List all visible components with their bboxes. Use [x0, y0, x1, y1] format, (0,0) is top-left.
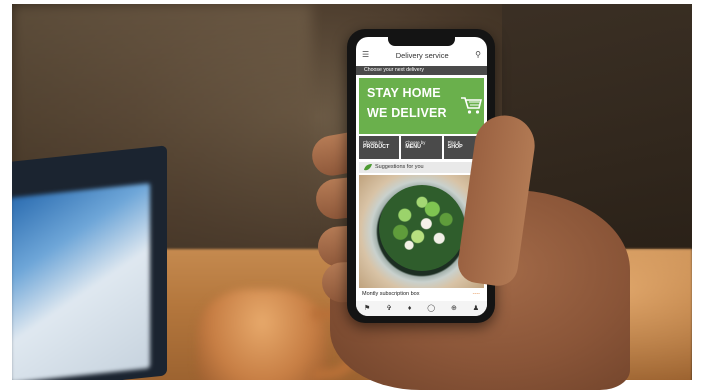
- choose-by-product-button[interactable]: Choose by PRODUCT: [359, 136, 400, 159]
- banner-line-2: WE DELIVER: [367, 106, 447, 120]
- app-title: Delivery service: [395, 50, 449, 60]
- phone-notch: [388, 36, 455, 46]
- suggestions-header: Suggestions for you: [359, 162, 484, 173]
- salad-bowl: [379, 185, 465, 271]
- globe-icon[interactable]: ◯: [427, 305, 435, 312]
- bottom-nav: ⚑ ✞ ♦ ◯ ⊕ ♟: [356, 301, 487, 316]
- user-icon[interactable]: ♟: [473, 305, 479, 312]
- shopping-cart-icon: [461, 97, 482, 114]
- promo-banner[interactable]: STAY HOME WE DELIVER: [359, 78, 484, 134]
- choose-by-menu-button[interactable]: Choose by MENU: [401, 136, 442, 159]
- drop-icon[interactable]: ♦: [408, 305, 412, 312]
- suggestions-label: Suggestions for you: [375, 164, 424, 170]
- choice-label: PRODUCT: [363, 144, 390, 150]
- product-title: Montly subscription box: [362, 291, 420, 297]
- product-caption[interactable]: Montly subscription box ----: [359, 288, 484, 300]
- banner-line-1: STAY HOME: [367, 86, 441, 100]
- product-price: ----: [472, 291, 480, 297]
- choice-buttons: Choose by PRODUCT Choose by MENU Plan & …: [359, 136, 484, 159]
- fork-knife-icon[interactable]: ✞: [386, 305, 392, 312]
- choice-label: MENU: [405, 144, 421, 150]
- laptop-screen: [12, 183, 150, 380]
- coffee-mug: [197, 289, 327, 380]
- app-subtitle: Choose your next delivery: [356, 66, 487, 75]
- app-header: ☰ Delivery service ⚲: [356, 45, 487, 65]
- add-icon[interactable]: ⊕: [451, 305, 457, 312]
- search-icon[interactable]: ⚲: [475, 51, 481, 59]
- hamburger-icon[interactable]: ☰: [362, 51, 369, 59]
- laptop: [12, 145, 167, 380]
- flag-icon[interactable]: ⚑: [364, 305, 370, 312]
- leaf-icon: [364, 164, 372, 171]
